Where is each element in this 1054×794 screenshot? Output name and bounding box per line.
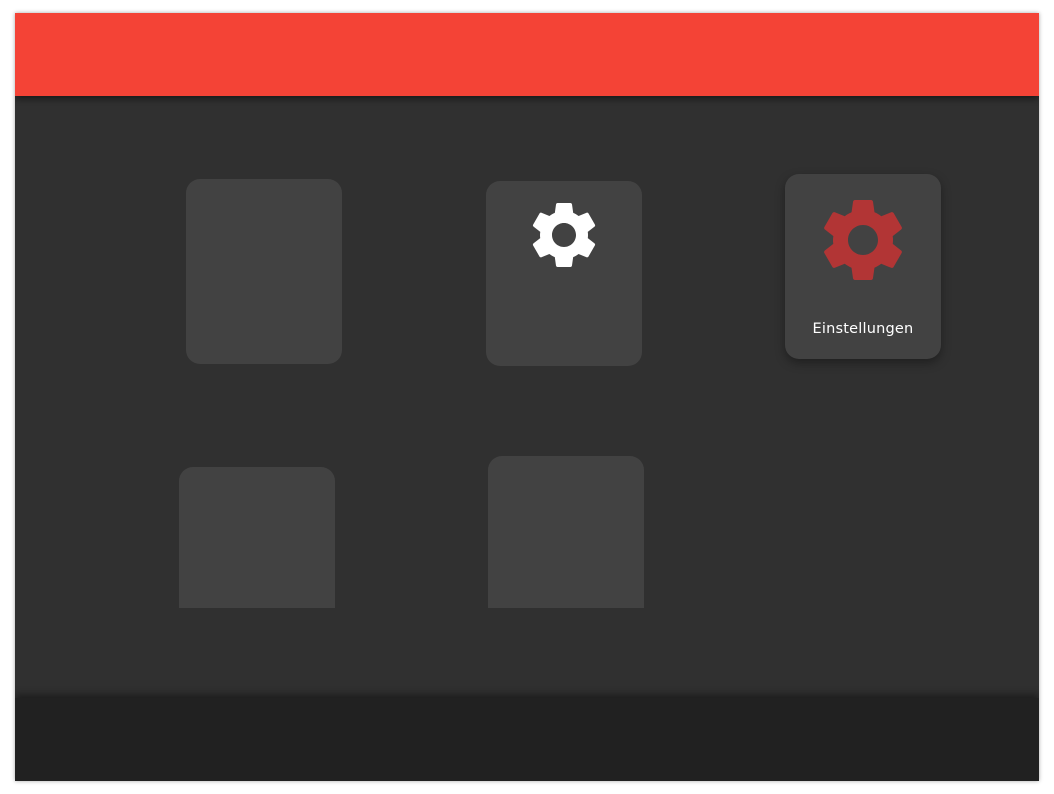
- app-tile-1[interactable]: [186, 179, 342, 364]
- launcher-grid: Einstellungen: [15, 13, 1039, 608]
- tile-label-settings: Einstellungen: [812, 321, 914, 337]
- app-window: Einstellungen: [15, 13, 1039, 781]
- app-tile-4[interactable]: [179, 467, 335, 608]
- app-tile-5[interactable]: [488, 456, 644, 608]
- app-footer-bar: [15, 698, 1039, 781]
- app-header-bar: [15, 13, 1039, 96]
- app-tile-settings[interactable]: Einstellungen: [785, 174, 941, 359]
- gear-icon: [532, 203, 596, 267]
- app-tile-2[interactable]: [486, 181, 642, 366]
- gear-icon: [824, 200, 902, 280]
